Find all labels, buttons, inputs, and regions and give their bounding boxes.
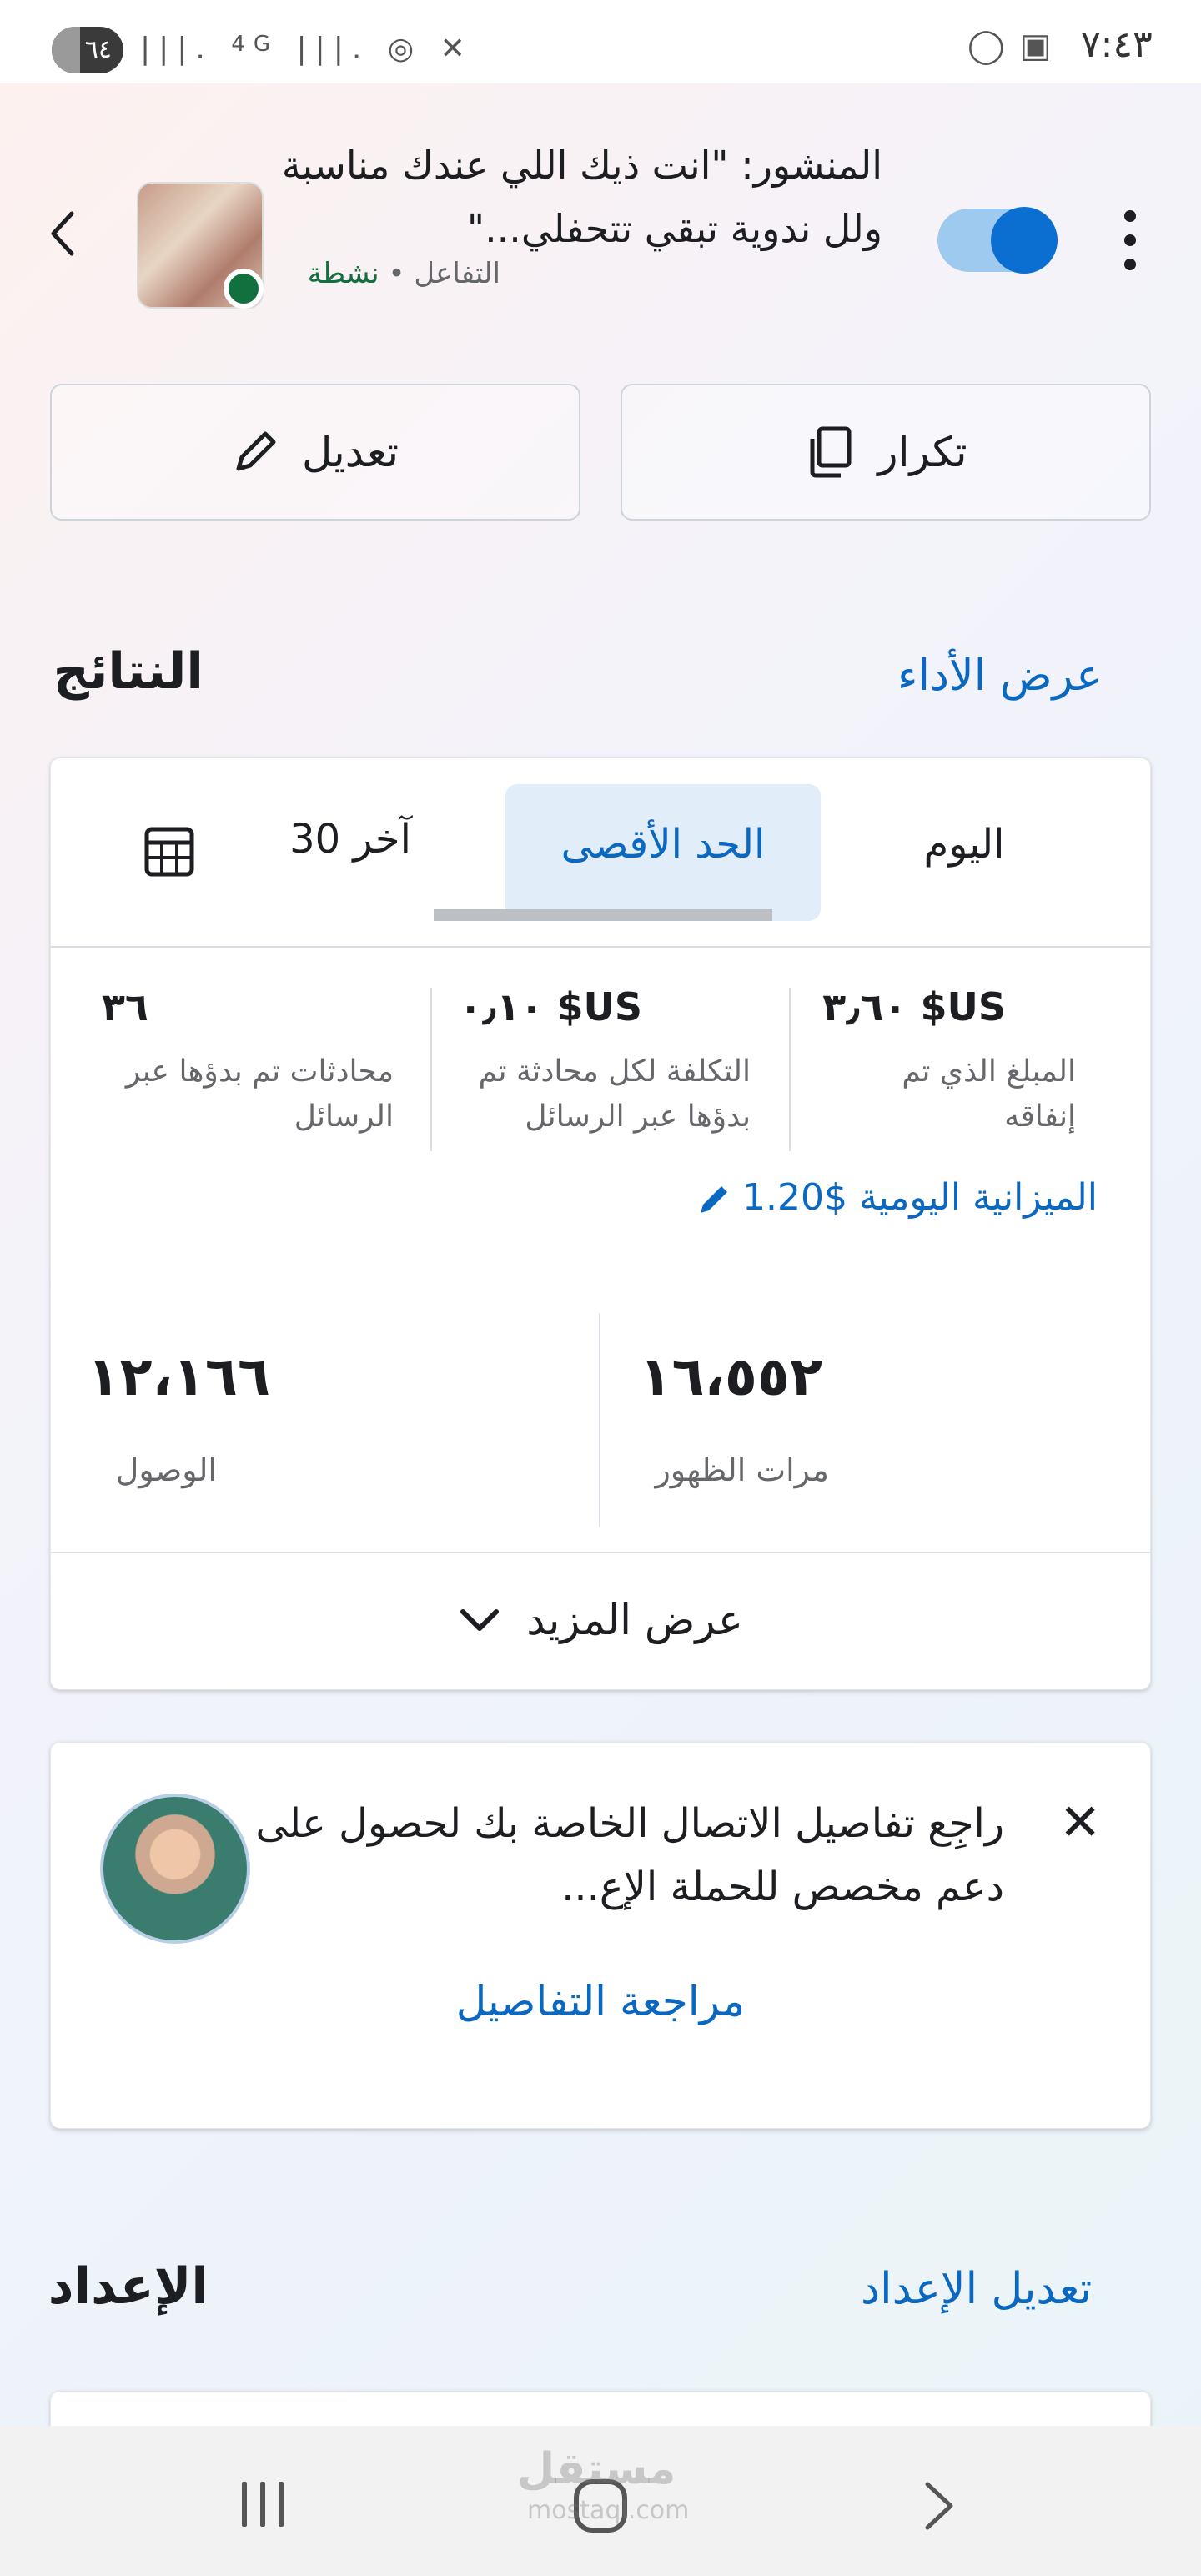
- calendar-table-icon[interactable]: [143, 826, 195, 878]
- cost-per-conversation-value: US$ ٠٫١٠: [459, 984, 642, 1029]
- recent-apps-icon[interactable]: [242, 2482, 297, 2530]
- copy-icon: [810, 426, 852, 478]
- chevron-down-icon: [460, 1609, 500, 1631]
- whatsapp-icon: ◯: [967, 27, 1020, 65]
- tab-scroll-indicator: [434, 909, 772, 921]
- impressions-value: ١٦،٥٥٢: [639, 1346, 822, 1408]
- metric-divider: [599, 1313, 600, 1527]
- network-type: 4G: [231, 32, 279, 57]
- edit-setup-link[interactable]: تعديل الإعداد: [861, 2264, 1092, 2314]
- reach-value: ١٢،١٦٦: [87, 1346, 270, 1408]
- active-status-dot: [224, 269, 264, 309]
- edit-button[interactable]: تعديل: [50, 384, 580, 521]
- watermark-domain: mostaql.com: [527, 2496, 690, 2525]
- spent-label: المبلغ الذي تم إنفاقه: [902, 1054, 1076, 1134]
- metric-divider: [430, 988, 432, 1151]
- tab-maximum[interactable]: الحد الأقصى: [505, 821, 821, 868]
- daily-budget-label: الميزانية اليومية: [858, 1176, 1098, 1219]
- campaign-meta: التفاعل • نشطة: [308, 257, 500, 290]
- battery-indicator: ٦٤: [52, 27, 123, 73]
- campaign-status: نشطة: [307, 257, 379, 290]
- cost-per-conversation-label: التكلفة لكل محادثة تم بدؤها عبر الرسائل: [478, 1054, 751, 1134]
- more-options-icon[interactable]: [1124, 210, 1138, 270]
- impressions-label: مرات الظهور: [655, 1452, 829, 1488]
- review-details-link[interactable]: مراجعة التفاصيل: [0, 1977, 1201, 2025]
- pencil-icon: [236, 431, 276, 471]
- watermark-logo: مستقل: [517, 2444, 676, 2494]
- back-chevron-icon[interactable]: [47, 209, 80, 259]
- notice-text: راجِع تفاصيل الاتصال الخاصة بك لحصول على…: [255, 1800, 1004, 1910]
- tabs-divider: [50, 946, 1151, 948]
- mute-icon: ✕: [440, 32, 474, 66]
- tab-today[interactable]: اليوم: [897, 821, 1031, 868]
- metric-divider: [789, 988, 791, 1151]
- clock: ٧:٤٣: [1081, 23, 1153, 66]
- pencil-icon: [701, 1186, 727, 1213]
- tab-last-30[interactable]: آخر 30: [267, 816, 434, 863]
- battery-level: ٦٤: [84, 35, 112, 64]
- screenshot-icon: ▣: [1019, 27, 1067, 65]
- daily-budget-link[interactable]: الميزانية اليومية $1.20: [697, 1176, 1098, 1219]
- view-performance-link[interactable]: عرض الأداء: [897, 651, 1102, 701]
- close-icon[interactable]: ✕: [1059, 1794, 1101, 1852]
- setup-title: الإعداد: [48, 2257, 209, 2316]
- duplicate-label: تكرار: [877, 428, 967, 476]
- edit-label: تعديل: [301, 428, 399, 476]
- post-title: المنشور: "انت ذيك اللي عندك مناسبة ولل ن…: [281, 143, 882, 251]
- signal-icons: |||. 4G |||. ◎ ✕: [140, 32, 474, 66]
- hotspot-icon: ◎: [387, 32, 423, 66]
- signal-icon: |||.: [296, 32, 370, 66]
- signal-icon: |||.: [140, 32, 214, 66]
- support-avatar: [100, 1794, 250, 1944]
- conversations-value: ٣٦: [101, 984, 148, 1029]
- daily-budget-amount: $1.20: [742, 1176, 847, 1219]
- spent-value: US$ ٣٫٦٠: [822, 984, 1006, 1029]
- notification-icons: ◯▣: [967, 27, 1067, 65]
- meta-separator: •: [388, 257, 405, 290]
- show-more-label: عرض المزيد: [526, 1596, 743, 1644]
- reach-label: الوصول: [115, 1452, 217, 1488]
- show-more-button[interactable]: عرض المزيد: [50, 1553, 1151, 1687]
- back-icon[interactable]: [917, 2479, 959, 2533]
- campaign-objective: التفاعل: [414, 257, 500, 290]
- duplicate-button[interactable]: تكرار: [621, 384, 1151, 521]
- campaign-toggle-knob[interactable]: [991, 207, 1058, 274]
- conversations-label: محادثات تم بدؤها عبر الرسائل: [125, 1054, 394, 1134]
- results-title: النتائج: [53, 642, 204, 701]
